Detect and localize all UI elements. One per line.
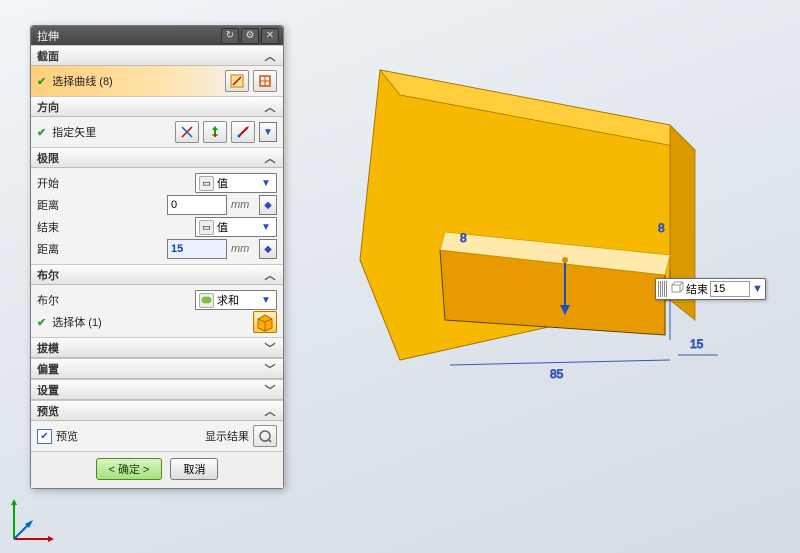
section-header-boolean[interactable]: 布尔 ︿	[31, 264, 283, 285]
model-extrude: 85 15 8 8	[340, 60, 740, 380]
vector-dialog-icon[interactable]	[231, 121, 255, 143]
show-result-label: 显示结果	[205, 428, 249, 444]
section-header-jiemian[interactable]: 截面 ︿	[31, 45, 283, 66]
select-body-label[interactable]: 选择体 (1)	[52, 314, 102, 330]
section-header-direction[interactable]: 方向 ︿	[31, 96, 283, 117]
chevron-up-icon: ︿	[263, 48, 277, 64]
select-body-icon[interactable]	[253, 311, 277, 333]
start-label: 开始	[37, 175, 85, 191]
dim-offset: 15	[690, 337, 704, 351]
chevron-down-icon: ﹀	[263, 382, 277, 398]
stepper-icon[interactable]: ◆	[259, 195, 277, 215]
dropdown-icon[interactable]: ▼	[259, 295, 273, 306]
unit-label: mm	[231, 199, 255, 211]
value-mode-icon: ▭	[199, 220, 214, 235]
close-icon[interactable]: ✕	[261, 28, 279, 44]
section-header-settings[interactable]: 设置 ﹀	[31, 379, 283, 400]
section-header-preview[interactable]: 预览 ︿	[31, 400, 283, 421]
section-title: 布尔	[37, 267, 59, 283]
dialog-titlebar[interactable]: 拉伸 ↻ ⚙ ✕	[31, 26, 283, 45]
preview-checkbox[interactable]: ✔	[37, 429, 52, 444]
dim-left: 8	[460, 231, 467, 245]
dropdown-icon[interactable]: ▼	[259, 222, 273, 233]
section-header-limits[interactable]: 极限 ︿	[31, 147, 283, 168]
chevron-up-icon: ︿	[263, 99, 277, 115]
section-title: 截面	[37, 48, 59, 64]
check-icon: ✔	[37, 126, 46, 139]
unit-label: mm	[231, 243, 255, 255]
dropdown-icon[interactable]: ▼	[752, 283, 763, 295]
stepper-icon[interactable]: ◆	[259, 239, 277, 259]
show-result-icon[interactable]	[253, 425, 277, 447]
dropdown-icon[interactable]: ▼	[259, 178, 273, 189]
axis-triad-icon	[8, 497, 56, 545]
check-icon: ✔	[37, 75, 46, 88]
check-icon: ✔	[37, 316, 46, 329]
vector-xc-icon[interactable]	[175, 121, 199, 143]
reverse-direction-icon[interactable]	[203, 121, 227, 143]
chevron-up-icon: ︿	[263, 150, 277, 166]
refresh-icon[interactable]: ↻	[221, 28, 239, 44]
end-mode-combo[interactable]: ▭ 值 ▼	[195, 217, 277, 237]
float-end-label: 结束	[686, 281, 708, 297]
chevron-up-icon: ︿	[263, 403, 277, 419]
section-title: 偏置	[37, 361, 59, 377]
chevron-down-icon: ﹀	[263, 361, 277, 377]
section-title: 极限	[37, 150, 59, 166]
cube-glyph-icon	[670, 281, 684, 298]
on-canvas-end-input[interactable]: 结束 ▼	[655, 278, 766, 300]
boolean-label: 布尔	[37, 292, 85, 308]
section-title: 预览	[37, 403, 59, 419]
extrude-dialog: 拉伸 ↻ ⚙ ✕ 截面 ︿ ✔ 选择曲线 (8) 方向 ︿ ✔ 指定矢里	[30, 25, 284, 489]
start-distance-label: 距离	[37, 197, 85, 213]
unite-icon	[199, 293, 214, 308]
boolean-combo[interactable]: 求和 ▼	[195, 290, 277, 310]
dropdown-icon[interactable]: ▼	[259, 122, 277, 142]
ok-button[interactable]: < 确定 >	[96, 458, 163, 480]
specify-vector-label[interactable]: 指定矢里	[52, 124, 96, 140]
dim-width: 85	[550, 367, 564, 380]
float-end-value[interactable]	[710, 281, 750, 297]
section-header-draft[interactable]: 拔模 ﹀	[31, 337, 283, 358]
drag-grip-icon[interactable]	[658, 281, 668, 297]
sketch-section-icon[interactable]	[225, 70, 249, 92]
section-header-offset[interactable]: 偏置 ﹀	[31, 358, 283, 379]
start-distance-input[interactable]	[167, 195, 227, 215]
gear-icon[interactable]: ⚙	[241, 28, 259, 44]
preview-label: 预览	[56, 428, 78, 444]
end-distance-label: 距离	[37, 241, 85, 257]
end-distance-input[interactable]	[167, 239, 227, 259]
section-title: 方向	[37, 99, 59, 115]
section-title: 拔模	[37, 340, 59, 356]
dialog-button-bar: < 确定 > 取消	[31, 451, 283, 488]
value-mode-icon: ▭	[199, 176, 214, 191]
dialog-title: 拉伸	[37, 28, 219, 44]
dim-right: 8	[658, 221, 665, 235]
start-mode-combo[interactable]: ▭ 值 ▼	[195, 173, 277, 193]
select-curve-label[interactable]: 选择曲线 (8)	[52, 73, 113, 89]
section-curves-icon[interactable]	[253, 70, 277, 92]
chevron-down-icon: ﹀	[263, 340, 277, 356]
chevron-up-icon: ︿	[263, 267, 277, 283]
cancel-button[interactable]: 取消	[170, 458, 218, 480]
end-label: 结束	[37, 219, 85, 235]
section-title: 设置	[37, 382, 59, 398]
